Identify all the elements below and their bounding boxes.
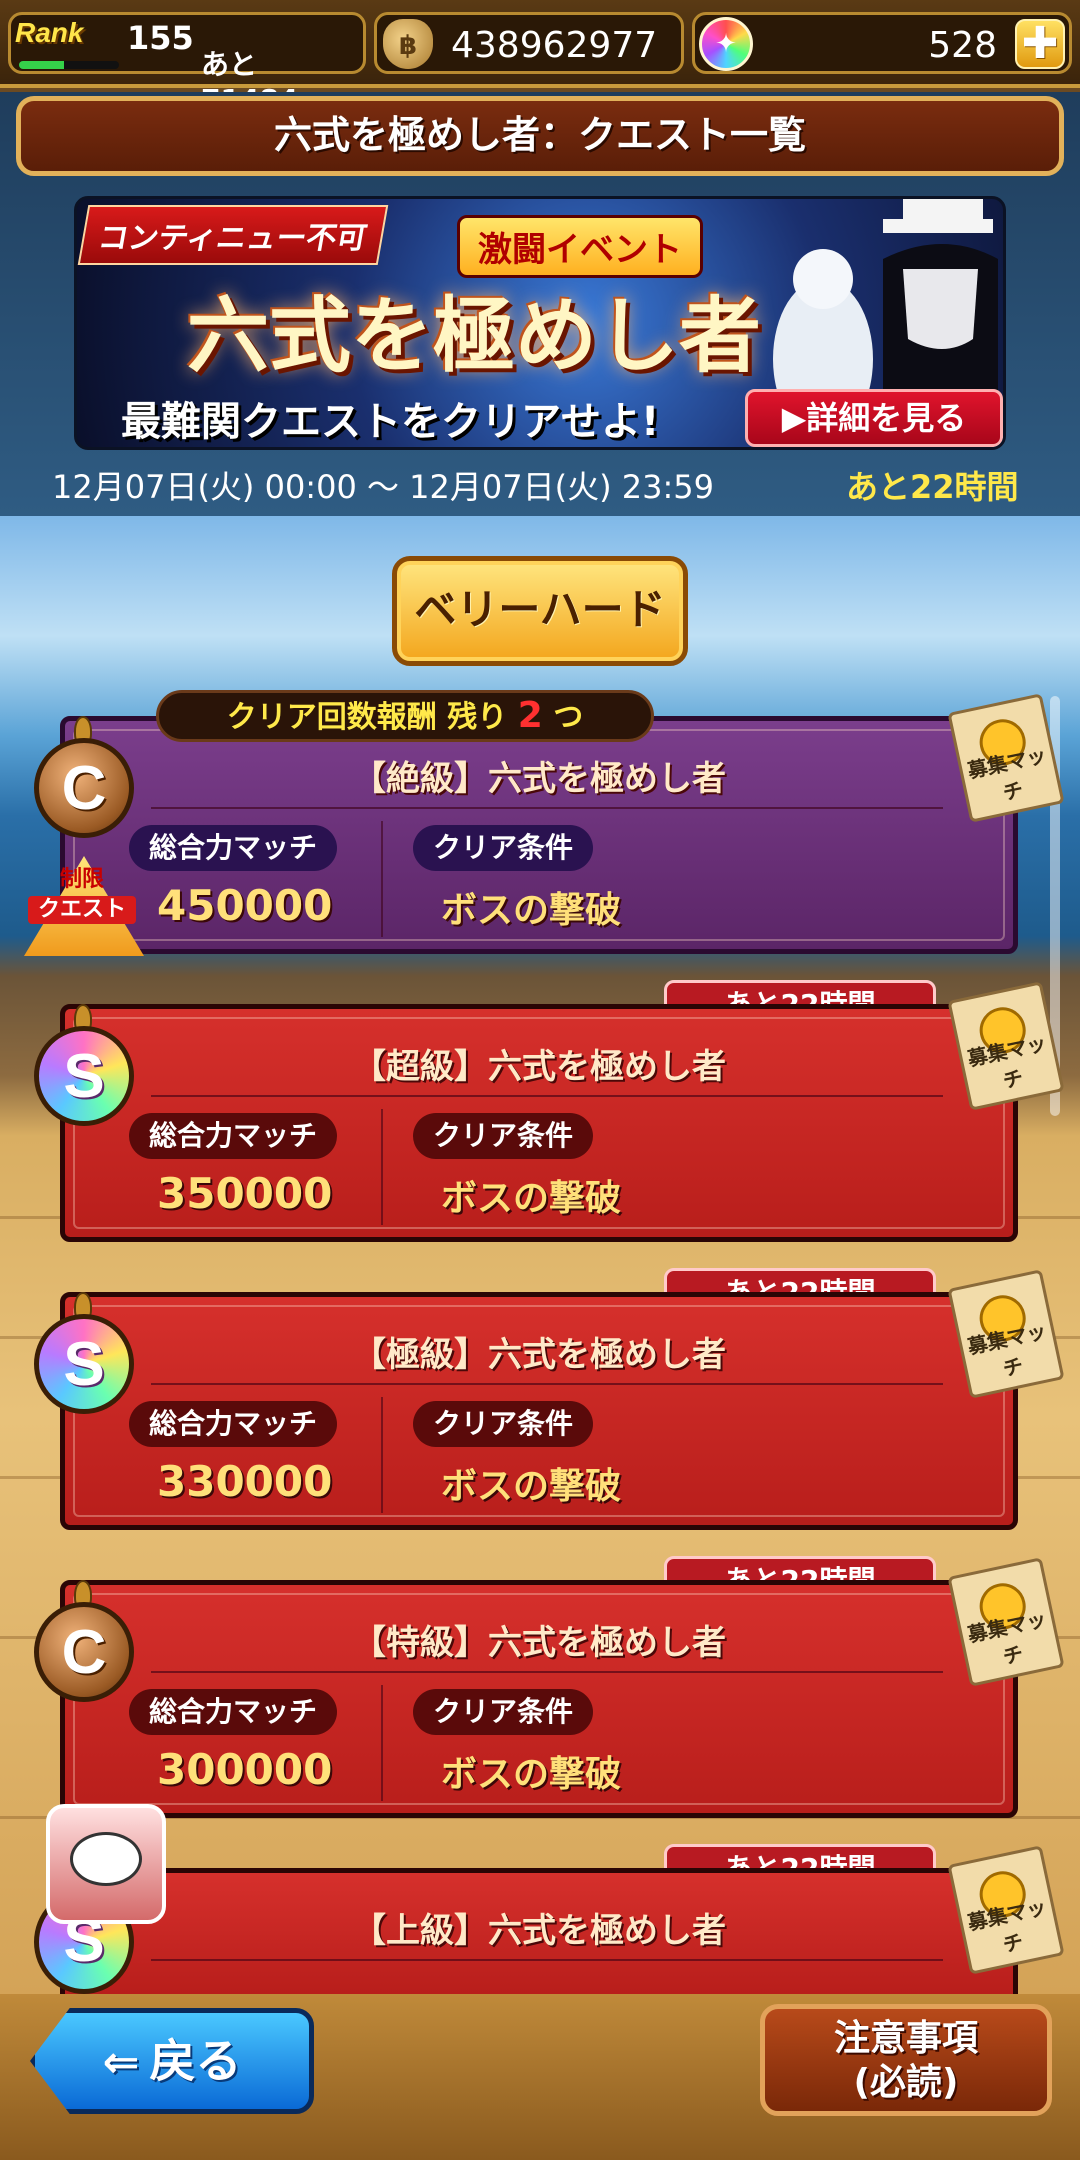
status-bar: Rank 155 あと 71484 ฿ 438962977 ✦ 528 ✚ xyxy=(0,0,1080,116)
power-match-label: 総合力マッチ xyxy=(129,1113,338,1159)
rank-label: Rank xyxy=(15,17,84,48)
clear-condition-value: ボスの撃破 xyxy=(441,1466,622,1507)
notice-button[interactable]: 注意事項 (必読) xyxy=(760,2004,1052,2116)
difficulty-very-hard-button[interactable]: ベリーハード xyxy=(392,556,688,666)
rank-value: 155 xyxy=(127,19,194,57)
quest-title: 【超級】六式を極めし者 xyxy=(352,1047,726,1087)
rank-exp-bar xyxy=(19,61,119,69)
rainbow-gem-icon: ✦ xyxy=(699,17,753,71)
quest-card-gokukyu[interactable]: 【極級】六式を極めし者 総合力マッチ クリア条件 330000 ボスの撃破 xyxy=(60,1292,1018,1530)
gem-amount: 528 xyxy=(928,25,997,66)
rank-exp-fill xyxy=(19,61,64,69)
power-value: 350000 xyxy=(157,1169,333,1218)
rank-c-medal-icon: C xyxy=(34,738,134,838)
berry-amount: 438962977 xyxy=(451,25,658,66)
clear-condition-value: ボスの撃破 xyxy=(441,890,622,931)
quest-title: 【特級】六式を極めし者 xyxy=(352,1623,726,1663)
reward-remaining-count: 2 xyxy=(517,695,543,736)
event-detail-button[interactable]: ▶詳細を見る xyxy=(745,389,1003,447)
rank-s-medal-icon: S xyxy=(34,1314,134,1414)
power-match-label: 総合力マッチ xyxy=(129,1401,338,1447)
quest-title: 【極級】六式を極めし者 xyxy=(352,1335,726,1375)
chat-bubble-icon xyxy=(70,1832,142,1886)
berry-panel: ฿ 438962977 xyxy=(374,12,684,74)
power-match-label: 総合力マッチ xyxy=(129,1689,338,1735)
clear-condition-value: ボスの撃破 xyxy=(441,1178,622,1219)
page-title: 六式を極めし者：クエスト一覧 xyxy=(16,96,1064,176)
power-value: 450000 xyxy=(157,881,333,930)
event-banner[interactable]: コンティニュー不可 激闘イベント 六式を極めし者 最難関クエストをクリアせよ! … xyxy=(74,196,1006,450)
quest-card-chokyu[interactable]: 【超級】六式を極めし者 総合力マッチ クリア条件 350000 ボスの撃破 xyxy=(60,1004,1018,1242)
rank-c-medal-icon: C xyxy=(34,1602,134,1702)
power-value: 330000 xyxy=(157,1457,333,1506)
quest-title: 【絶級】六式を極めし者 xyxy=(352,759,726,799)
event-subtitle: 最難関クエストをクリアせよ! xyxy=(121,399,660,445)
clear-reward-counter: クリア回数報酬 残り 2 つ xyxy=(156,690,654,742)
clear-condition-label: クリア条件 xyxy=(413,825,594,871)
add-gems-button[interactable]: ✚ xyxy=(1015,19,1065,69)
event-time-remaining: あと22時間 xyxy=(846,468,1019,506)
rank-s-medal-icon: S xyxy=(34,1026,134,1126)
clear-condition-label: クリア条件 xyxy=(413,1401,594,1447)
clear-condition-label: クリア条件 xyxy=(413,1113,594,1159)
rank-panel[interactable]: Rank 155 あと 71484 xyxy=(8,12,366,116)
quest-title: 【上級】六式を極めし者 xyxy=(352,1911,726,1951)
power-value: 300000 xyxy=(157,1745,333,1794)
power-match-label: 総合力マッチ xyxy=(129,825,338,871)
event-header: 六式を極めし者：クエスト一覧 コンティニュー不可 激闘イベント 六式を極めし者 … xyxy=(0,92,1080,516)
back-arrow-icon: ⇐ xyxy=(102,2037,140,2088)
quest-card-zekkyu[interactable]: 【絶級】六式を極めし者 総合力マッチ クリア条件 450000 ボスの撃破 xyxy=(60,716,1018,954)
quest-card-jokyu[interactable]: 【上級】六式を極めし者 xyxy=(60,1868,1018,1994)
event-logo: 六式を極めし者 xyxy=(187,288,762,384)
clear-condition-label: クリア条件 xyxy=(413,1689,594,1735)
clear-condition-value: ボスの撃破 xyxy=(441,1754,622,1795)
berry-bag-icon: ฿ xyxy=(383,19,433,69)
no-continue-tag: コンティニュー不可 xyxy=(77,205,389,265)
gem-panel: ✦ 528 ✚ xyxy=(692,12,1072,74)
back-button[interactable]: ⇐ 戻る xyxy=(30,2008,314,2114)
limited-quest-label: 制限 クエスト xyxy=(28,866,136,950)
event-period: 12月07日(火) 00:00 ～ 12月07日(火) 23:59 xyxy=(52,468,714,506)
quest-card-tokukyu[interactable]: 【特級】六式を極めし者 総合力マッチ クリア条件 300000 ボスの撃破 xyxy=(60,1580,1018,1818)
chat-button[interactable] xyxy=(46,1804,166,1924)
